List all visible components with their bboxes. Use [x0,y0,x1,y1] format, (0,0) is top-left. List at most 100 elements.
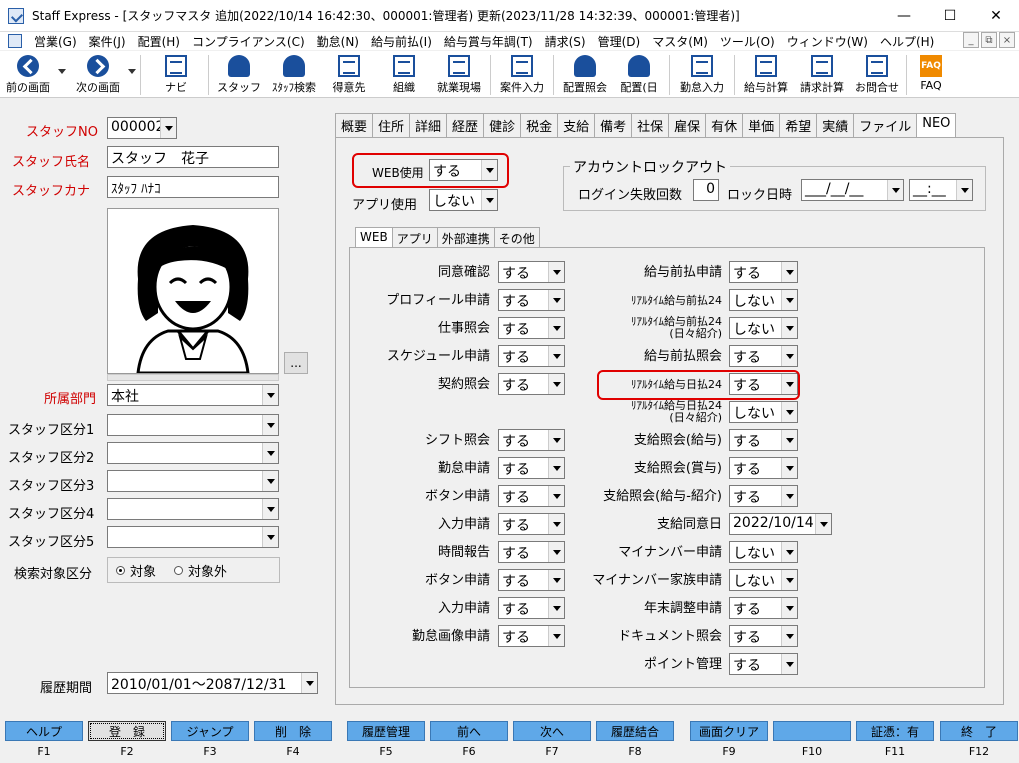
client-button[interactable]: 得意先 [328,53,370,97]
maximize-button[interactable]: ☐ [927,0,973,32]
case-entry-button[interactable]: 案件入力 [496,53,548,97]
chevron-down-icon[interactable] [548,374,564,394]
function-button-f1[interactable]: ヘルプ [5,721,83,741]
web-left-select[interactable]: する [498,317,565,339]
staff-no-select[interactable]: 000002 [107,117,177,139]
tab-overview[interactable]: 概要 [335,113,374,137]
tab-neo[interactable]: NEO [916,113,957,139]
function-button-f8[interactable]: 履歴結合 [596,721,674,741]
navi-button[interactable]: ナビ [158,53,194,97]
chevron-down-icon[interactable] [548,598,564,618]
search-target-off-radio[interactable] [174,565,184,575]
function-button-f11[interactable]: 証憑：有 [856,721,934,741]
menu-advance-pay[interactable]: 給与前払(I) [365,33,438,50]
tab-unit-price[interactable]: 単価 [742,113,781,137]
chevron-down-icon[interactable] [781,346,797,366]
chevron-down-icon[interactable] [262,415,278,435]
attendance-entry-button[interactable]: 勤怠入力 [676,53,728,97]
web-right-select[interactable]: する [729,429,798,451]
staff-kana-input[interactable]: ｽﾀｯﾌ ﾊﾅｺ [107,176,279,198]
web-right-select[interactable]: しない [729,289,798,311]
chevron-down-icon[interactable] [781,570,797,590]
web-right-select[interactable]: しない [729,317,798,339]
tab-preference[interactable]: 希望 [779,113,818,137]
forward-dropdown-icon[interactable] [128,69,136,74]
web-right-select[interactable]: する [729,653,798,675]
web-use-select[interactable]: する [429,159,498,181]
menu-window[interactable]: ウィンドウ(W) [781,33,874,50]
chevron-down-icon[interactable] [548,626,564,646]
spinner-icon[interactable] [956,180,972,200]
tab-payment[interactable]: 支給 [557,113,596,137]
menu-sales[interactable]: 営業(G) [28,33,83,50]
staff-category2-select[interactable] [107,442,279,464]
chevron-down-icon[interactable] [548,290,564,310]
tab-employment-insurance[interactable]: 雇保 [668,113,707,137]
back-dropdown-icon[interactable] [58,69,66,74]
web-left-select[interactable]: する [498,261,565,283]
web-right-select[interactable]: する [729,457,798,479]
dept-select[interactable]: 本社 [107,384,279,406]
tab-social-insurance[interactable]: 社保 [631,113,670,137]
function-button-f4[interactable]: 削 除 [254,721,332,741]
chevron-down-icon[interactable] [781,458,797,478]
billing-button[interactable]: 請求計算 [796,53,848,97]
tab-notes[interactable]: 備考 [594,113,633,137]
menu-billing[interactable]: 請求(S) [539,33,592,50]
chevron-down-icon[interactable] [815,514,831,534]
web-right-select[interactable]: しない [729,401,798,423]
search-target-on-label[interactable]: 対象 [130,561,156,580]
web-right-select[interactable]: 2022/10/14 [729,513,832,535]
menu-admin[interactable]: 管理(D) [592,33,647,50]
staff-category4-select[interactable] [107,498,279,520]
document-icon[interactable] [8,34,22,48]
subtab-app[interactable]: アプリ [391,227,438,247]
chevron-down-icon[interactable] [548,486,564,506]
contact-button[interactable]: お問合せ [852,53,902,97]
chevron-down-icon[interactable] [262,527,278,547]
chevron-down-icon[interactable] [548,542,564,562]
tab-health-check[interactable]: 健診 [483,113,522,137]
chevron-down-icon[interactable] [781,654,797,674]
placement-day-button[interactable]: 配置(日 [615,53,663,97]
back-button[interactable]: 前の画面 [4,53,52,97]
chevron-down-icon[interactable] [548,346,564,366]
chevron-down-icon[interactable] [262,385,278,405]
photo-scrollbar[interactable] [107,374,279,381]
chevron-down-icon[interactable] [781,318,797,338]
web-right-select[interactable]: する [729,597,798,619]
forward-button[interactable]: 次の画面 [72,53,124,97]
chevron-down-icon[interactable] [781,542,797,562]
login-fail-input[interactable]: 0 [693,179,719,201]
web-left-select[interactable]: する [498,625,565,647]
search-target-off-label[interactable]: 対象外 [188,561,227,580]
site-button[interactable]: 就業現場 [432,53,486,97]
menu-help[interactable]: ヘルプ(H) [874,33,940,50]
web-right-select[interactable]: する [729,345,798,367]
function-button-f10[interactable] [773,721,851,741]
org-button[interactable]: 組織 [384,53,424,97]
tab-paid-leave[interactable]: 有休 [705,113,744,137]
menu-attendance[interactable]: 勤怠(N) [311,33,365,50]
staff-button[interactable]: スタッフ [217,53,261,97]
menu-compliance[interactable]: コンプライアンス(C) [186,33,311,50]
chevron-down-icon[interactable] [262,471,278,491]
tab-file[interactable]: ファイル [853,113,918,137]
payroll-button[interactable]: 給与計算 [740,53,792,97]
mdi-minimize-button[interactable]: _ [963,32,979,48]
menu-master[interactable]: マスタ(M) [646,33,714,50]
tab-career[interactable]: 経歴 [446,113,485,137]
web-left-select[interactable]: する [498,485,565,507]
lock-time-input[interactable]: __:__ [909,179,973,201]
lock-date-input[interactable]: ___/__/__ [801,179,904,201]
placement-query-button[interactable]: 配置照会 [559,53,611,97]
web-left-select[interactable]: する [498,289,565,311]
web-left-select[interactable]: する [498,541,565,563]
close-button[interactable]: ✕ [973,0,1019,32]
subtab-web[interactable]: WEB [355,227,393,247]
search-target-on-radio[interactable] [116,565,125,575]
minimize-button[interactable]: — [881,0,927,32]
tab-record[interactable]: 実績 [816,113,855,137]
chevron-down-icon[interactable] [781,486,797,506]
staff-category5-select[interactable] [107,526,279,548]
